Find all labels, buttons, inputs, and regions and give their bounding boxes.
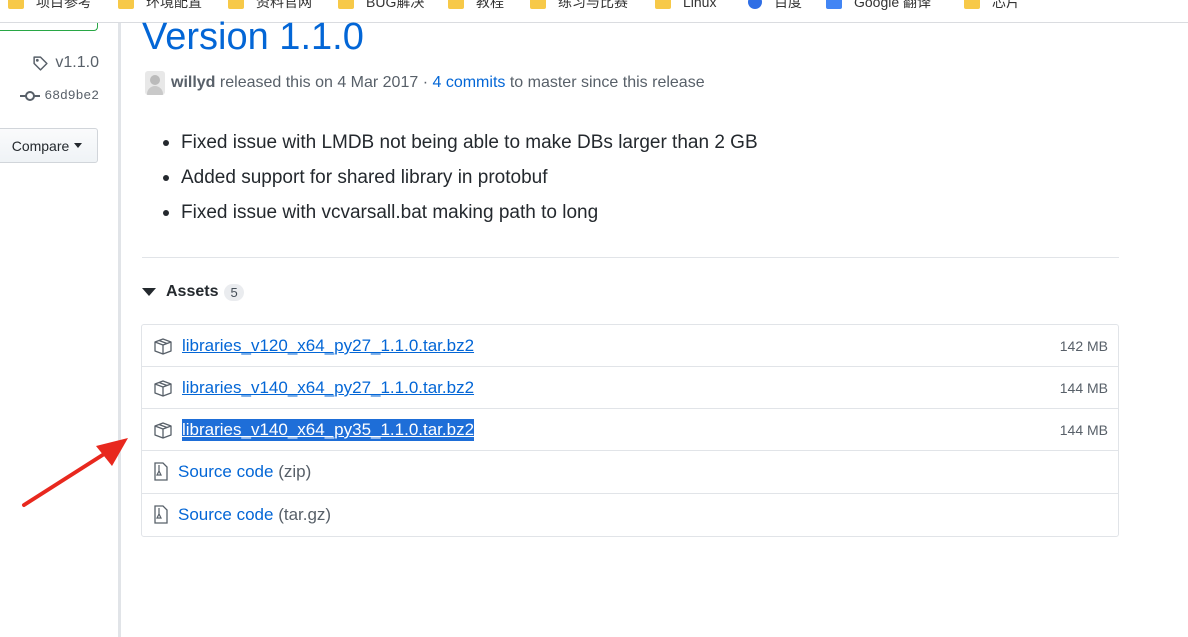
list-item: Added support for shared library in prot…: [163, 163, 758, 198]
assets-toggle[interactable]: Assets 5: [142, 280, 244, 304]
bookmark-label: 教程: [476, 0, 504, 10]
commits-link[interactable]: 4 commits: [432, 74, 505, 92]
folder-icon: [8, 0, 24, 9]
asset-download-link-selected[interactable]: libraries_v140_x64_py35_1.1.0.tar.bz2: [182, 419, 475, 441]
divider: [142, 257, 1119, 258]
compare-label: Compare: [11, 137, 70, 154]
source-format: (tar.gz): [278, 505, 332, 524]
released-text: released this on 4 Mar 2017: [219, 74, 419, 91]
file-zip-icon: [154, 505, 168, 524]
bookmark-label: 环境配置: [146, 0, 202, 10]
list-item: Fixed issue with vcvarsall.bat making pa…: [163, 198, 758, 233]
asset-download-link[interactable]: libraries_v120_x64_py27_1.1.0.tar.bz2: [182, 335, 474, 357]
bookmark-label: 练习与比赛: [558, 0, 628, 10]
bookmark-item[interactable]: BUG解决: [338, 0, 424, 13]
sidebar-label-fragment: [0, 23, 98, 31]
release-meta: willyd released this on 4 Mar 2017 · 4 c…: [145, 71, 705, 95]
folder-icon: [964, 0, 980, 9]
author-link[interactable]: willyd: [171, 74, 215, 92]
bookmark-label: Google 翻译: [854, 0, 932, 10]
release-title[interactable]: Version 1.1.0: [142, 14, 364, 60]
tag-icon: [33, 55, 49, 71]
bookmark-label: 项目参考: [36, 0, 92, 10]
release-notes: Fixed issue with LMDB not being able to …: [163, 128, 758, 233]
asset-row: libraries_v120_x64_py27_1.1.0.tar.bz2 14…: [142, 325, 1118, 367]
folder-icon: [118, 0, 134, 9]
file-zip-icon: [154, 462, 168, 481]
compare-button[interactable]: Compare: [0, 128, 98, 163]
folder-icon: [338, 0, 354, 9]
assets-list: libraries_v120_x64_py27_1.1.0.tar.bz2 14…: [141, 324, 1119, 537]
bookmark-label: Linux: [683, 0, 717, 10]
annotation-arrow-icon: [22, 438, 128, 507]
translate-icon: [826, 0, 842, 9]
bookmark-label: 百度: [774, 0, 802, 10]
tag-label: v1.1.0: [55, 54, 99, 71]
bookmark-item[interactable]: 项目参考: [8, 0, 92, 13]
bookmark-label: BUG解决: [366, 0, 425, 10]
bookmark-item[interactable]: Google 翻译: [826, 0, 931, 13]
package-icon: [154, 380, 172, 397]
bookmark-item[interactable]: 资料官网: [228, 0, 312, 13]
asset-row: Source code (tar.gz): [142, 494, 1118, 537]
package-icon: [154, 422, 172, 439]
chevron-down-icon: [74, 143, 83, 148]
source-code-label: Source code: [178, 462, 274, 481]
list-item: Fixed issue with LMDB not being able to …: [163, 128, 758, 163]
asset-download-link[interactable]: libraries_v140_x64_py27_1.1.0.tar.bz2: [182, 377, 474, 399]
folder-icon: [655, 0, 671, 9]
bookmark-item[interactable]: 教程: [448, 0, 504, 13]
release-commit[interactable]: 68d9be2: [20, 88, 99, 103]
release-timeline-rule: [118, 23, 121, 637]
triangle-down-icon: [142, 288, 156, 296]
commit-sha: 68d9be2: [44, 88, 99, 103]
commit-icon: [20, 90, 41, 101]
asset-row: libraries_v140_x64_py27_1.1.0.tar.bz2 14…: [142, 367, 1118, 409]
avatar[interactable]: [145, 71, 165, 95]
source-code-label: Source code: [178, 505, 274, 524]
folder-icon: [530, 0, 546, 9]
bookmark-item[interactable]: 环境配置: [118, 0, 202, 13]
bookmark-label: 资料官网: [256, 0, 312, 10]
asset-row: libraries_v140_x64_py35_1.1.0.tar.bz2 14…: [142, 409, 1118, 451]
assets-count-badge: 5: [224, 283, 244, 301]
asset-size: 144 MB: [1059, 422, 1108, 438]
bookmark-item[interactable]: 百度: [748, 0, 802, 13]
package-icon: [154, 338, 172, 355]
assets-label: Assets: [166, 283, 219, 300]
bookmark-item[interactable]: Linux: [655, 0, 716, 13]
baidu-icon: [748, 0, 762, 9]
bookmark-label: 芯片: [992, 0, 1020, 10]
asset-size: 144 MB: [1059, 380, 1108, 396]
commits-suffix: to master since this release: [509, 74, 705, 91]
bookmark-item[interactable]: 芯片: [964, 0, 1020, 13]
source-format: (zip): [278, 462, 312, 481]
asset-row: Source code (zip): [142, 451, 1118, 494]
folder-icon: [448, 0, 464, 9]
asset-size: 142 MB: [1059, 338, 1108, 354]
folder-icon: [228, 0, 244, 9]
source-code-targz-link[interactable]: Source code (tar.gz): [178, 504, 331, 526]
release-tag[interactable]: v1.1.0: [32, 54, 99, 72]
source-code-zip-link[interactable]: Source code (zip): [178, 461, 311, 483]
bookmark-item[interactable]: 练习与比赛: [530, 0, 628, 13]
